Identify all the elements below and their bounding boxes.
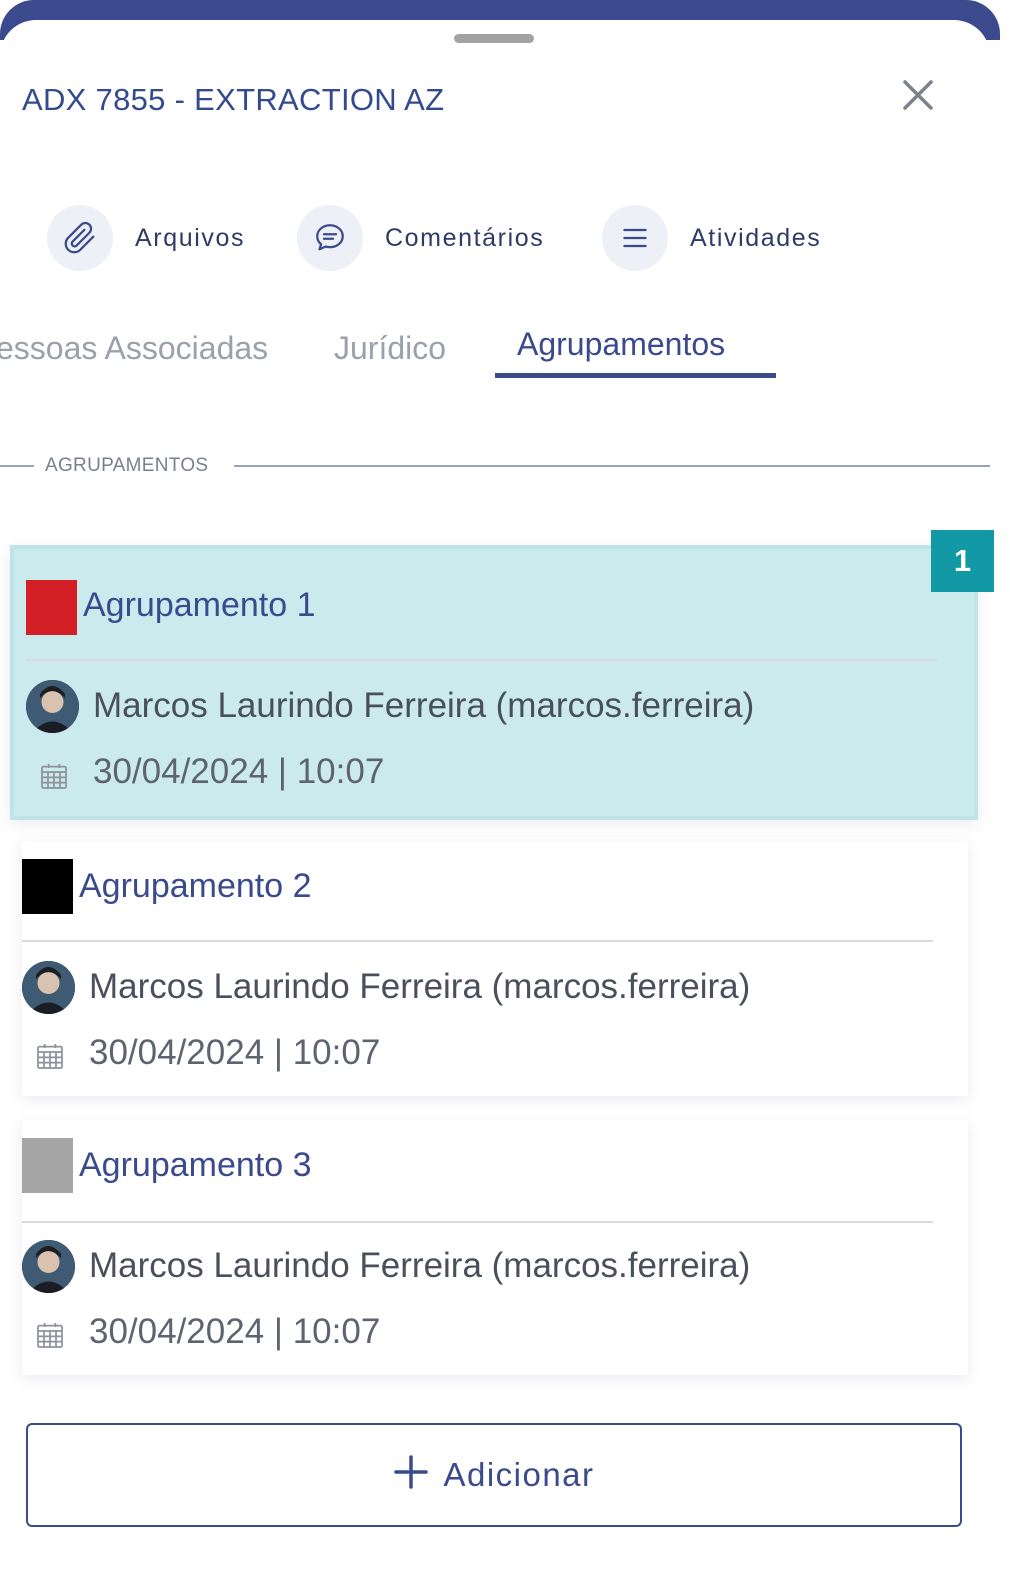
group-user: Marcos Laurindo Ferreira (marcos.ferreir… <box>89 1246 751 1285</box>
calendar-icon <box>34 1040 66 1072</box>
list-icon-circle <box>602 205 668 271</box>
avatar <box>22 961 75 1014</box>
group-color-swatch <box>22 1138 73 1193</box>
section-label: AGRUPAMENTOS <box>45 455 209 476</box>
section-divider-right <box>234 465 990 467</box>
tab-juridico[interactable]: Jurídico <box>334 330 446 367</box>
comentarios-label: Comentários <box>385 223 545 252</box>
bottom-sheet: ADX 7855 - EXTRACTION AZ Arquivos Coment… <box>0 0 1010 1594</box>
group-divider <box>22 1221 933 1223</box>
avatar <box>26 680 79 733</box>
arquivos-button[interactable]: Arquivos <box>47 204 245 272</box>
page-title: ADX 7855 - EXTRACTION AZ <box>22 82 445 117</box>
close-button[interactable] <box>898 75 938 115</box>
group-card-3[interactable]: Agrupamento 3 Marcos Laurindo Ferreira (… <box>22 1120 968 1375</box>
group-color-swatch <box>26 580 77 635</box>
atividades-button[interactable]: Atividades <box>602 204 821 272</box>
group-card-2[interactable]: Agrupamento 2 Marcos Laurindo Ferreira (… <box>22 841 968 1096</box>
drag-handle[interactable] <box>454 34 534 43</box>
group-name: Agrupamento 3 <box>79 1146 312 1184</box>
paperclip-icon <box>64 221 95 254</box>
section-divider-left <box>0 465 34 467</box>
tab-bar: essoas Associadas Jurídico Agrupamentos <box>0 326 1000 390</box>
atividades-label: Atividades <box>690 223 822 252</box>
group-color-swatch <box>22 859 73 914</box>
group-datetime: 30/04/2024 | 10:07 <box>89 1033 381 1072</box>
group-divider <box>26 659 937 661</box>
group-datetime: 30/04/2024 | 10:07 <box>93 752 385 791</box>
comment-icon-circle <box>297 205 363 271</box>
close-icon <box>903 80 933 110</box>
tab-pessoas-associadas[interactable]: essoas Associadas <box>0 330 268 367</box>
calendar-icon <box>38 760 70 792</box>
group-name: Agrupamento 2 <box>79 867 312 905</box>
add-button-label: Adicionar <box>443 1456 595 1493</box>
avatar <box>22 1240 75 1293</box>
plus-icon <box>393 1451 429 1499</box>
step-badge: 1 <box>931 530 994 592</box>
group-name: Agrupamento 1 <box>83 586 316 624</box>
list-icon <box>623 228 647 248</box>
calendar-icon <box>34 1319 66 1351</box>
group-user: Marcos Laurindo Ferreira (marcos.ferreir… <box>89 967 751 1006</box>
active-tab-indicator <box>495 373 776 378</box>
comment-icon <box>316 224 344 251</box>
add-group-button[interactable]: Adicionar <box>26 1423 962 1527</box>
tab-agrupamentos[interactable]: Agrupamentos <box>517 326 725 363</box>
group-card-content: Agrupamento 1 Marcos Laurindo Ferreira (… <box>22 555 978 818</box>
group-card-1[interactable]: Agrupamento 1 Marcos Laurindo Ferreira (… <box>10 545 978 820</box>
group-divider <box>22 940 933 942</box>
paperclip-icon-circle <box>47 205 113 271</box>
group-user: Marcos Laurindo Ferreira (marcos.ferreir… <box>93 686 755 725</box>
arquivos-label: Arquivos <box>135 223 246 252</box>
group-datetime: 30/04/2024 | 10:07 <box>89 1312 381 1351</box>
comentarios-button[interactable]: Comentários <box>297 204 544 272</box>
